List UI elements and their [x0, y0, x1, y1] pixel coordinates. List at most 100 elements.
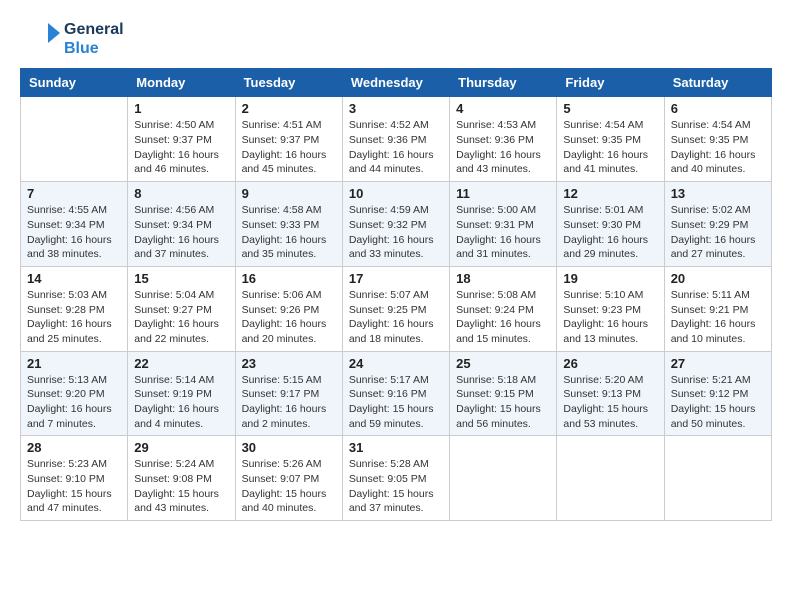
day-cell: 15 Sunrise: 5:04 AMSunset: 9:27 PMDayligh…	[128, 266, 235, 351]
day-info: Sunrise: 4:51 AMSunset: 9:37 PMDaylight:…	[242, 118, 336, 177]
day-info: Sunrise: 5:14 AMSunset: 9:19 PMDaylight:…	[134, 373, 228, 432]
day-number: 4	[456, 101, 550, 116]
day-info: Sunrise: 4:50 AMSunset: 9:37 PMDaylight:…	[134, 118, 228, 177]
header: GeneralBlue	[20, 20, 772, 58]
logo-general: General	[64, 20, 124, 39]
calendar-header-row: SundayMondayTuesdayWednesdayThursdayFrid…	[21, 69, 772, 97]
day-info: Sunrise: 4:59 AMSunset: 9:32 PMDaylight:…	[349, 203, 443, 262]
day-cell: 21Sunrise: 5:13 AMSunset: 9:20 PMDayligh…	[21, 351, 128, 436]
day-number: 9	[242, 186, 336, 201]
day-number: 27	[671, 356, 765, 371]
day-cell: 31 Sunrise: 5:28 AMSunset: 9:05 PMDayligh…	[342, 436, 449, 521]
day-cell: 26 Sunrise: 5:20 AMSunset: 9:13 PMDayligh…	[557, 351, 664, 436]
day-cell: 19 Sunrise: 5:10 AMSunset: 9:23 PMDayligh…	[557, 266, 664, 351]
week-row-2: 7Sunrise: 4:55 AMSunset: 9:34 PMDaylight…	[21, 182, 772, 267]
day-info: Sunrise: 5:04 AMSunset: 9:27 PMDaylight:…	[134, 288, 228, 347]
day-info: Sunrise: 4:58 AMSunset: 9:33 PMDaylight:…	[242, 203, 336, 262]
header-tuesday: Tuesday	[235, 69, 342, 97]
day-cell: 29 Sunrise: 5:24 AMSunset: 9:08 PMDayligh…	[128, 436, 235, 521]
day-cell: 28 Sunrise: 5:23 AMSunset: 9:10 PMDayligh…	[21, 436, 128, 521]
day-cell: 4 Sunrise: 4:53 AMSunset: 9:36 PMDaylight…	[450, 97, 557, 182]
day-info: Sunrise: 5:20 AMSunset: 9:13 PMDaylight:…	[563, 373, 657, 432]
day-number: 28	[27, 440, 121, 455]
header-monday: Monday	[128, 69, 235, 97]
day-cell	[450, 436, 557, 521]
header-saturday: Saturday	[664, 69, 771, 97]
day-number: 11	[456, 186, 550, 201]
day-cell: 23 Sunrise: 5:15 AMSunset: 9:17 PMDayligh…	[235, 351, 342, 436]
day-number: 20	[671, 271, 765, 286]
day-number: 12	[563, 186, 657, 201]
day-number: 31	[349, 440, 443, 455]
logo-svg	[20, 21, 60, 57]
day-cell: 10 Sunrise: 4:59 AMSunset: 9:32 PMDayligh…	[342, 182, 449, 267]
day-cell: 20Sunrise: 5:11 AMSunset: 9:21 PMDayligh…	[664, 266, 771, 351]
week-row-1: 1 Sunrise: 4:50 AMSunset: 9:37 PMDaylight…	[21, 97, 772, 182]
day-info: Sunrise: 4:53 AMSunset: 9:36 PMDaylight:…	[456, 118, 550, 177]
day-number: 6	[671, 101, 765, 116]
day-info: Sunrise: 4:52 AMSunset: 9:36 PMDaylight:…	[349, 118, 443, 177]
day-number: 3	[349, 101, 443, 116]
day-number: 21	[27, 356, 121, 371]
day-info: Sunrise: 5:17 AMSunset: 9:16 PMDaylight:…	[349, 373, 443, 432]
day-cell: 22 Sunrise: 5:14 AMSunset: 9:19 PMDayligh…	[128, 351, 235, 436]
day-number: 22	[134, 356, 228, 371]
day-info: Sunrise: 5:21 AMSunset: 9:12 PMDaylight:…	[671, 373, 765, 432]
week-row-3: 14 Sunrise: 5:03 AMSunset: 9:28 PMDayligh…	[21, 266, 772, 351]
day-cell: 27 Sunrise: 5:21 AMSunset: 9:12 PMDayligh…	[664, 351, 771, 436]
day-cell	[21, 97, 128, 182]
day-cell	[557, 436, 664, 521]
day-cell: 12 Sunrise: 5:01 AMSunset: 9:30 PMDayligh…	[557, 182, 664, 267]
day-cell: 11 Sunrise: 5:00 AMSunset: 9:31 PMDayligh…	[450, 182, 557, 267]
day-info: Sunrise: 5:24 AMSunset: 9:08 PMDaylight:…	[134, 457, 228, 516]
day-info: Sunrise: 5:23 AMSunset: 9:10 PMDaylight:…	[27, 457, 121, 516]
day-cell: 8Sunrise: 4:56 AMSunset: 9:34 PMDaylight…	[128, 182, 235, 267]
day-info: Sunrise: 4:55 AMSunset: 9:34 PMDaylight:…	[27, 203, 121, 262]
day-number: 15	[134, 271, 228, 286]
day-info: Sunrise: 4:56 AMSunset: 9:34 PMDaylight:…	[134, 203, 228, 262]
day-number: 23	[242, 356, 336, 371]
day-number: 13	[671, 186, 765, 201]
header-friday: Friday	[557, 69, 664, 97]
day-cell: 9 Sunrise: 4:58 AMSunset: 9:33 PMDaylight…	[235, 182, 342, 267]
day-info: Sunrise: 5:03 AMSunset: 9:28 PMDaylight:…	[27, 288, 121, 347]
day-cell: 3 Sunrise: 4:52 AMSunset: 9:36 PMDaylight…	[342, 97, 449, 182]
day-cell: 18 Sunrise: 5:08 AMSunset: 9:24 PMDayligh…	[450, 266, 557, 351]
day-info: Sunrise: 5:26 AMSunset: 9:07 PMDaylight:…	[242, 457, 336, 516]
day-info: Sunrise: 5:08 AMSunset: 9:24 PMDaylight:…	[456, 288, 550, 347]
day-cell: 1 Sunrise: 4:50 AMSunset: 9:37 PMDaylight…	[128, 97, 235, 182]
day-info: Sunrise: 5:15 AMSunset: 9:17 PMDaylight:…	[242, 373, 336, 432]
day-number: 5	[563, 101, 657, 116]
day-number: 10	[349, 186, 443, 201]
header-thursday: Thursday	[450, 69, 557, 97]
day-number: 29	[134, 440, 228, 455]
day-cell: 13 Sunrise: 5:02 AMSunset: 9:29 PMDayligh…	[664, 182, 771, 267]
day-info: Sunrise: 5:00 AMSunset: 9:31 PMDaylight:…	[456, 203, 550, 262]
logo-blue: Blue	[64, 39, 124, 58]
week-row-5: 28 Sunrise: 5:23 AMSunset: 9:10 PMDayligh…	[21, 436, 772, 521]
day-number: 18	[456, 271, 550, 286]
header-sunday: Sunday	[21, 69, 128, 97]
day-info: Sunrise: 5:10 AMSunset: 9:23 PMDaylight:…	[563, 288, 657, 347]
day-cell: 25 Sunrise: 5:18 AMSunset: 9:15 PMDayligh…	[450, 351, 557, 436]
day-number: 30	[242, 440, 336, 455]
day-info: Sunrise: 5:07 AMSunset: 9:25 PMDaylight:…	[349, 288, 443, 347]
day-cell: 30 Sunrise: 5:26 AMSunset: 9:07 PMDayligh…	[235, 436, 342, 521]
day-cell: 2Sunrise: 4:51 AMSunset: 9:37 PMDaylight…	[235, 97, 342, 182]
day-info: Sunrise: 5:06 AMSunset: 9:26 PMDaylight:…	[242, 288, 336, 347]
day-info: Sunrise: 5:01 AMSunset: 9:30 PMDaylight:…	[563, 203, 657, 262]
day-cell: 17 Sunrise: 5:07 AMSunset: 9:25 PMDayligh…	[342, 266, 449, 351]
day-info: Sunrise: 5:18 AMSunset: 9:15 PMDaylight:…	[456, 373, 550, 432]
day-info: Sunrise: 5:02 AMSunset: 9:29 PMDaylight:…	[671, 203, 765, 262]
day-number: 25	[456, 356, 550, 371]
day-number: 26	[563, 356, 657, 371]
day-number: 16	[242, 271, 336, 286]
day-cell: 16 Sunrise: 5:06 AMSunset: 9:26 PMDayligh…	[235, 266, 342, 351]
day-number: 14	[27, 271, 121, 286]
day-number: 19	[563, 271, 657, 286]
day-cell	[664, 436, 771, 521]
calendar-table: SundayMondayTuesdayWednesdayThursdayFrid…	[20, 68, 772, 521]
day-info: Sunrise: 5:28 AMSunset: 9:05 PMDaylight:…	[349, 457, 443, 516]
day-number: 1	[134, 101, 228, 116]
day-number: 17	[349, 271, 443, 286]
